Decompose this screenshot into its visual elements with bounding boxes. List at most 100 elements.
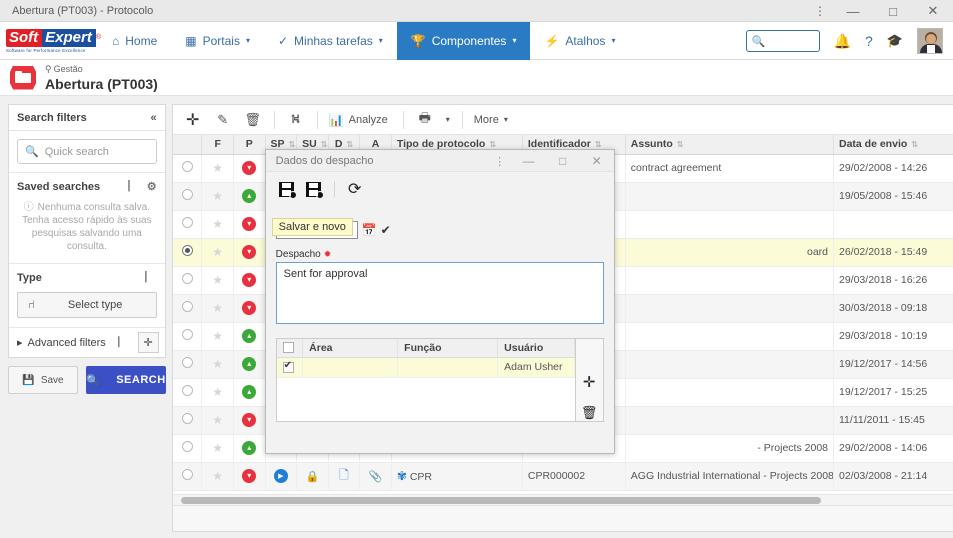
os-close-button[interactable]: ✕ <box>913 0 953 22</box>
row-priority: ▴ <box>233 182 266 211</box>
select-type-button[interactable]: ⑁ Select type <box>17 292 157 318</box>
row-select[interactable] <box>172 378 203 407</box>
add-button[interactable]: ✛ <box>179 106 207 134</box>
dialog-minimize-button[interactable]: — <box>512 150 546 172</box>
row-select[interactable] <box>172 350 203 379</box>
row-select[interactable] <box>172 266 203 295</box>
row-select[interactable] <box>172 406 203 435</box>
col-check[interactable] <box>276 339 304 358</box>
quick-search-input[interactable]: 🔍 Quick search <box>17 139 157 164</box>
print-caret[interactable]: ▾ <box>441 106 455 134</box>
collapse-icon[interactable]: « <box>151 112 157 124</box>
nav-item-componentes[interactable]: 🏆 Componentes ▾ <box>396 21 531 60</box>
bell-icon[interactable]: 🔔 <box>834 33 851 50</box>
add-row-button[interactable]: ✛ <box>583 373 596 391</box>
row-select[interactable] <box>172 434 203 463</box>
more-button[interactable]: More ▾ <box>470 106 516 134</box>
dialog-table-header-row: Área Função Usuário <box>276 339 575 358</box>
dialog-save-and-new-button[interactable] <box>303 178 325 200</box>
dialog-toolbar-divider <box>333 181 335 197</box>
os-maximize-button[interactable]: □ <box>873 0 913 22</box>
dialog-save-button[interactable] <box>276 178 298 200</box>
col-p[interactable]: P <box>233 135 266 155</box>
row-favorite[interactable]: ★ <box>201 462 234 491</box>
row-select[interactable] <box>172 210 203 239</box>
avatar[interactable] <box>917 28 943 54</box>
despacho-textarea[interactable]: Sent for approval <box>275 262 604 324</box>
dados-do-despacho-dialog[interactable]: Dados do despacho ⋮ — □ ✕ ⟳ Salvar e nov… <box>264 149 615 454</box>
row-favorite[interactable]: ★ <box>201 266 234 295</box>
col-funcao[interactable]: Função <box>397 339 499 358</box>
save-button[interactable]: 💾 Save <box>8 366 78 394</box>
nav-item-minhas-tarefas[interactable]: ✓ Minhas tarefas ▾ <box>264 22 397 60</box>
page-body: Search filters « 🔍 Quick search Saved se… <box>0 96 953 538</box>
nav-item-portais[interactable]: ▦ Portais ▾ <box>171 22 264 60</box>
col-data-envio[interactable]: Data de envio ⇅ <box>833 135 953 155</box>
gear-icon[interactable]: ⚙ <box>147 180 157 193</box>
type-title: Type <box>17 271 42 284</box>
dialog-menu-button[interactable]: ⋮ <box>488 150 512 172</box>
hierarchy-icon[interactable]: ⛕ <box>282 106 310 134</box>
dialog-close-button[interactable]: ✕ <box>580 150 614 172</box>
horizontal-scroll-thumb[interactable] <box>180 497 821 504</box>
add-filter-button[interactable]: ✛ <box>137 332 159 353</box>
row-select[interactable] <box>172 322 203 351</box>
table-row[interactable]: ★ ▾ ▶ 🔒 🗋 📎 ✾ CPR CPR000002 AGG Industri… <box>172 462 953 491</box>
row-favorite[interactable]: ★ <box>201 182 234 211</box>
toolbar-divider <box>273 110 275 129</box>
global-search-input[interactable]: 🔍 <box>745 30 820 52</box>
edit-button[interactable]: ✎ <box>209 106 237 134</box>
cell-data-envio: 19/12/2017 - 14:56 <box>833 350 953 379</box>
horizontal-scrollbar[interactable] <box>172 494 953 505</box>
dialog-titlebar[interactable]: Dados do despacho ⋮ — □ ✕ <box>265 150 614 172</box>
analyze-button[interactable]: 📊 Analyze <box>325 106 396 134</box>
col-area[interactable]: Área <box>302 339 399 358</box>
check-icon[interactable]: ✔ <box>381 223 391 237</box>
dialog-refresh-button[interactable]: ⟳ <box>344 178 366 200</box>
search-button[interactable]: 🔍 SEARCH <box>86 366 166 394</box>
os-minimize-button[interactable]: — <box>833 0 873 22</box>
col-usuario[interactable]: Usuário <box>497 339 575 358</box>
row-priority: ▾ <box>233 294 266 323</box>
row-favorite[interactable]: ★ <box>201 294 234 323</box>
row-checkbox[interactable] <box>282 360 294 373</box>
row-favorite[interactable]: ★ <box>201 238 234 267</box>
nav-item-atalhos[interactable]: ⚡ Atalhos ▾ <box>530 22 629 60</box>
row-select[interactable] <box>172 294 203 323</box>
cell-assunto: - Projects 2008 <box>625 434 835 463</box>
os-menu-button[interactable]: ⋮ <box>807 0 833 22</box>
filter-clear-icon[interactable]: ⎸ <box>119 336 130 349</box>
calendar-icon[interactable]: 📅 <box>362 223 377 237</box>
row-favorite[interactable]: ★ <box>201 378 234 407</box>
delete-row-button[interactable]: 🗑 <box>581 405 598 421</box>
col-f[interactable]: F <box>201 135 234 155</box>
dialog-maximize-button[interactable]: □ <box>546 150 580 172</box>
row-favorite[interactable]: ★ <box>201 406 234 435</box>
nav-label: Atalhos <box>565 33 606 48</box>
row-favorite[interactable]: ★ <box>201 210 234 239</box>
row-favorite[interactable]: ★ <box>201 434 234 463</box>
row-select[interactable] <box>172 182 203 211</box>
col-assunto[interactable]: Assunto ⇅ <box>625 135 835 155</box>
row-favorite[interactable]: ★ <box>201 322 234 351</box>
softexpert-logo[interactable]: Soft Expert ® Software for Performance Exc… <box>6 28 101 53</box>
select-all-checkbox[interactable] <box>282 342 294 354</box>
nav-item-home[interactable]: ⌂ Home <box>98 22 171 60</box>
col-select[interactable] <box>172 135 203 155</box>
row-select[interactable] <box>172 238 203 267</box>
row-favorite[interactable]: ★ <box>201 350 234 379</box>
row-priority: ▾ <box>233 406 266 435</box>
row-checkbox-cell[interactable] <box>276 357 304 378</box>
dialog-table-row[interactable]: Adam Usher <box>276 357 575 378</box>
help-icon[interactable]: ? <box>865 33 873 49</box>
graduation-icon[interactable]: 🎓 <box>887 33 903 49</box>
advanced-filters-row[interactable]: ▸ Advanced filters ⎸ ✛ <box>9 327 165 357</box>
row-select[interactable] <box>172 154 203 183</box>
filter-clear-icon[interactable]: ⎸ <box>129 180 140 193</box>
filter-clear-icon[interactable]: ⎸ <box>146 271 157 284</box>
row-favorite[interactable]: ★ <box>201 154 234 183</box>
delete-button[interactable]: 🗑 <box>239 106 267 134</box>
pin-icon: ⚲ <box>45 63 52 74</box>
print-button[interactable]: 🖶 <box>411 106 439 134</box>
row-select[interactable] <box>172 462 203 491</box>
